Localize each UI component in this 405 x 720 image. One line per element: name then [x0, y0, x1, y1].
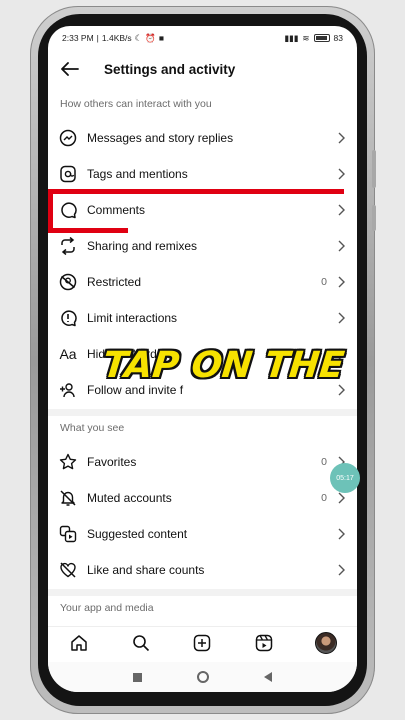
row-label: Muted accounts	[87, 491, 172, 505]
battery-icon	[313, 34, 330, 42]
suggested-content-icon	[59, 525, 77, 543]
row-label: Suggested content	[87, 527, 188, 541]
page-title: Settings and activity	[104, 61, 236, 77]
row-limit[interactable]: Limit interactions	[48, 301, 357, 335]
messenger-icon	[59, 129, 77, 147]
back-button[interactable]	[50, 54, 90, 84]
reels-icon	[256, 634, 273, 651]
row-messages[interactable]: Messages and story replies	[48, 121, 357, 155]
section-divider	[48, 409, 357, 416]
signal-icon: ▮▮▮	[284, 32, 299, 43]
restricted-icon	[59, 273, 77, 291]
chevron-right-icon	[338, 240, 345, 252]
settings-header: Settings and activity	[48, 54, 357, 84]
wifi-icon: ≋	[302, 32, 310, 43]
avatar	[315, 631, 338, 654]
row-label: Limit interactions	[87, 311, 178, 325]
bottom-tab-bar	[48, 626, 357, 658]
tutorial-caption: TAP ON THE	[100, 345, 347, 386]
timer-badge: 05:17	[330, 463, 360, 493]
row-restricted[interactable]: Restricted 0	[48, 265, 357, 299]
chevron-right-icon	[338, 564, 345, 576]
muted-count: 0	[321, 492, 327, 504]
limit-icon	[61, 310, 77, 327]
add-person-icon	[60, 383, 75, 398]
battery-level: 83	[333, 33, 343, 43]
text-aa-icon: Aa	[59, 346, 77, 362]
favorites-count: 0	[321, 456, 327, 468]
row-label: Restricted	[87, 275, 142, 289]
chevron-right-icon	[338, 492, 345, 504]
home-system-button[interactable]	[197, 671, 209, 683]
row-label: Sharing and remixes	[87, 239, 198, 253]
chevron-right-icon	[338, 528, 345, 540]
heart-slash-icon	[60, 562, 76, 578]
status-bar: 2:33 PM | 1.4KB/s ☾ ⏰ ■ ▮▮▮ ≋ 83	[62, 32, 343, 44]
row-sharing[interactable]: Sharing and remixes	[48, 229, 357, 263]
muted-bell-icon	[60, 490, 76, 506]
moon-icon: ☾	[134, 32, 143, 43]
row-label: Favorites	[87, 455, 137, 469]
chevron-right-icon	[338, 312, 345, 324]
section-app-media: Your app and media	[60, 602, 154, 614]
comment-icon	[61, 202, 77, 219]
power-button	[372, 205, 376, 231]
section-how-others: How others can interact with you	[60, 98, 212, 110]
highlight-bar-left	[48, 194, 53, 232]
back-system-button[interactable]	[264, 672, 272, 682]
tab-profile[interactable]	[311, 628, 341, 658]
row-label: Like and share counts	[87, 563, 205, 577]
row-comments[interactable]: Comments	[48, 193, 357, 227]
status-speed: 1.4KB/s	[101, 33, 132, 43]
chevron-right-icon	[338, 168, 345, 180]
tab-reels[interactable]	[249, 628, 279, 658]
at-sign-icon	[60, 165, 76, 183]
row-label: Tags and mentions	[87, 167, 188, 181]
alarm-icon: ⏰	[145, 32, 156, 43]
status-time: 2:33 PM	[62, 33, 94, 43]
remix-icon	[61, 237, 75, 255]
plus-square-icon	[194, 634, 211, 651]
home-icon	[71, 634, 87, 651]
row-tags[interactable]: Tags and mentions	[48, 157, 357, 191]
tab-create[interactable]	[187, 628, 217, 658]
section-what-you-see: What you see	[60, 422, 125, 434]
video-icon: ■	[158, 33, 165, 43]
star-icon	[59, 453, 77, 470]
row-like-share[interactable]: Like and share counts	[48, 553, 357, 587]
tab-search[interactable]	[126, 628, 156, 658]
row-favorites[interactable]: Favorites 0	[48, 445, 357, 479]
chevron-right-icon	[338, 204, 345, 216]
chevron-right-icon	[338, 132, 345, 144]
row-label: Messages and story replies	[87, 131, 234, 145]
row-muted[interactable]: Muted accounts 0	[48, 481, 357, 515]
section-divider	[48, 589, 357, 596]
restricted-count: 0	[321, 276, 327, 288]
chevron-right-icon	[338, 276, 345, 288]
back-arrow-icon	[61, 62, 79, 76]
row-label: Comments	[87, 203, 146, 217]
recents-button[interactable]	[133, 672, 142, 682]
volume-button	[372, 150, 376, 188]
search-icon	[132, 634, 149, 651]
tab-home[interactable]	[64, 628, 94, 658]
system-nav-bar	[48, 662, 357, 692]
row-suggested[interactable]: Suggested content	[48, 517, 357, 551]
